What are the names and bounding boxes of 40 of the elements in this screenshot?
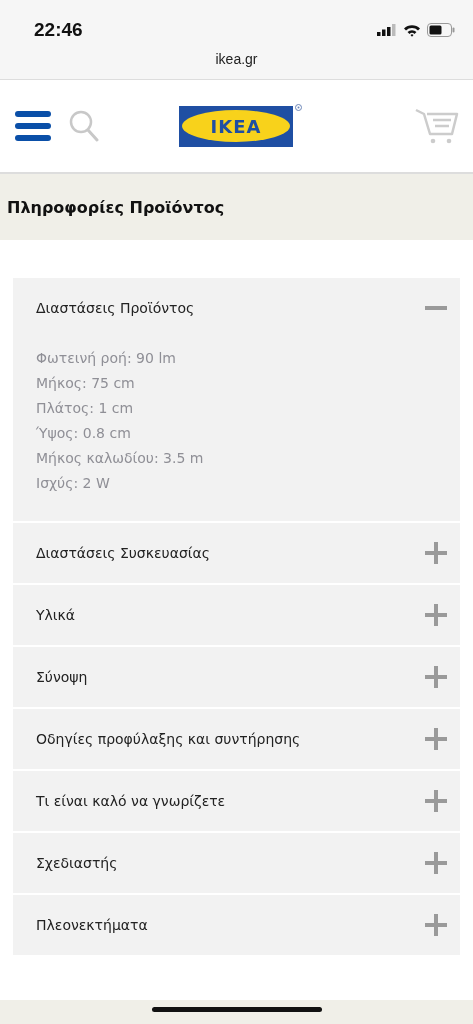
plus-icon[interactable] [425,728,447,750]
accordion-title: Οδηγίες προφύλαξης και συντήρησης [36,731,301,747]
accordion-header[interactable]: Διαστάσεις Συσκευασίας [13,523,460,583]
ikea-logo[interactable]: IKEA [179,105,293,147]
accordion-header[interactable]: Σχεδιαστής [13,833,460,893]
detail-text: Μήκος καλωδίου: 3.5 m [36,449,205,468]
detail-text: Ύψος: 0.8 cm [36,424,132,443]
accordion-title: Τι είναι καλό να γνωρίζετε [36,793,226,809]
wifi-icon [403,23,421,37]
menu-icon[interactable] [15,110,51,142]
accordion-header[interactable]: Υλικά [13,585,460,645]
plus-icon[interactable] [425,604,447,626]
accordion-header[interactable]: Τι είναι καλό να γνωρίζετε [13,771,460,831]
plus-icon[interactable] [425,790,447,812]
accordion-title: Διαστάσεις Προϊόντος [36,300,195,316]
accordion-header[interactable]: Σύνοψη [13,647,460,707]
accordion-header[interactable]: Πλεονεκτήματα [13,895,460,955]
accordion-title: Σύνοψη [36,669,88,685]
address-bar[interactable]: ikea.gr [206,51,267,67]
registered-mark-icon [295,103,302,111]
accordion-title: Σχεδιαστής [36,855,118,871]
cart-icon[interactable] [415,108,459,144]
plus-icon[interactable] [425,914,447,936]
detail-text: Φωτεινή ροή: 90 lm [36,349,177,368]
battery-icon [427,23,455,37]
plus-icon[interactable] [425,542,447,564]
detail-text: Μήκος: 75 cm [36,374,136,393]
plus-icon[interactable] [425,852,447,874]
detail-text: Πλάτος: 1 cm [36,399,135,418]
plus-icon[interactable] [425,666,447,688]
accordion-title: Πλεονεκτήματα [36,917,148,933]
status-time: 22:46 [34,19,83,41]
accordion-title: Διαστάσεις Συσκευασίας [36,545,210,561]
accordion-title: Υλικά [36,607,76,623]
search-icon[interactable] [69,110,99,142]
accordion-header[interactable]: Οδηγίες προφύλαξης και συντήρησης [13,709,460,769]
accordion-header[interactable]: Διαστάσεις Προϊόντος [13,278,460,338]
detail-text: Ισχύς: 2 W [36,474,111,493]
signal-icon [377,24,397,36]
section-heading: Πληροφορίες Προϊόντος [7,197,225,217]
